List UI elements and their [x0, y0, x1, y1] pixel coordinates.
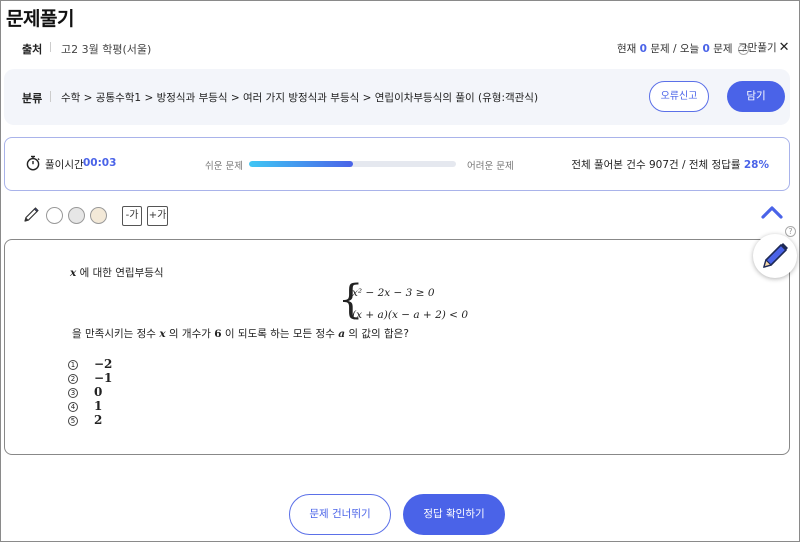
report-error-button[interactable]: 오류신고 — [649, 81, 709, 112]
check-answer-button[interactable]: 정답 확인하기 — [403, 494, 505, 535]
question-text: 의 값의 합은? — [348, 328, 409, 340]
category-breadcrumb: 수학 > 공통수학1 > 방정식과 부등식 > 여러 가지 방정식과 부등식 >… — [61, 92, 539, 104]
math-variable: x — [70, 267, 77, 279]
difficulty-bar-fill — [249, 161, 353, 167]
accuracy-rate: 28% — [743, 159, 769, 171]
question-text: 의 개수가 — [168, 328, 211, 340]
math-variable: x — [159, 328, 166, 340]
accuracy-summary: 전체 풀어본 건수 907건 / 전체 정답률 28% — [571, 157, 769, 172]
color-swatch-gray[interactable] — [68, 207, 85, 224]
category-label: 분류 — [22, 92, 43, 105]
stats-panel: 풀이시간 00:03 쉬운 문제 어려운 문제 전체 풀어본 건수 907건 /… — [4, 137, 790, 191]
counter-suffix: 문제 — [713, 43, 733, 55]
choice-number: 3 — [68, 388, 78, 398]
source-label: 출처 — [22, 43, 43, 56]
math-parameter: a — [338, 328, 346, 340]
stop-label: 그만풀기 — [738, 42, 777, 54]
difficulty-easy-label: 쉬운 문제 — [205, 161, 243, 172]
math-number: 6 — [214, 328, 222, 340]
stopwatch-icon — [26, 155, 40, 171]
question-text: 이 되도록 하는 모든 정수 — [224, 328, 335, 340]
choice-number: 4 — [68, 402, 78, 412]
timer-label: 풀이시간 — [45, 159, 84, 171]
divider — [50, 91, 51, 102]
question-condition: 을 만족시키는 정수 x 의 개수가 6 이 되도록 하는 모든 정수 a 의 … — [72, 326, 409, 341]
problem-counter: 현재 0 문제 / 오늘 0 문제 ? — [617, 41, 749, 56]
counter-prefix: 현재 — [617, 43, 637, 55]
counter-current: 0 — [639, 43, 647, 55]
font-increase-button[interactable]: +가 — [147, 206, 168, 226]
choice-value: −2 — [94, 357, 113, 371]
chevron-up-icon[interactable] — [760, 203, 784, 221]
difficulty-bar — [249, 161, 456, 167]
page-title: 문제풀기 — [6, 8, 74, 30]
question-intro: x 에 대한 연립부등식 — [70, 265, 164, 280]
pencil-icon — [763, 243, 788, 268]
choice-number: 2 — [68, 374, 78, 384]
summary-text: 전체 풀어본 건수 907건 / 전체 정답률 — [571, 159, 741, 171]
skip-question-button[interactable]: 문제 건너뛰기 — [289, 494, 391, 535]
choice-value: 2 — [94, 413, 103, 427]
pen-tool-icon[interactable] — [22, 206, 40, 224]
difficulty-hard-label: 어려운 문제 — [467, 161, 514, 172]
choice-value: 1 — [94, 399, 103, 413]
source-value: 고2 3월 학평(서울) — [61, 43, 152, 56]
choice-number: 1 — [68, 360, 78, 370]
inequality-1: x² − 2x − 3 ≥ 0 — [352, 287, 435, 299]
stop-solving-button[interactable]: 그만풀기 ✕ — [738, 40, 790, 55]
choice-value: −1 — [94, 371, 113, 385]
font-decrease-button[interactable]: -가 — [122, 206, 142, 226]
color-swatch-white[interactable] — [46, 207, 63, 224]
divider — [50, 42, 51, 52]
draw-mode-button[interactable] — [753, 234, 797, 278]
choice-number: 5 — [68, 416, 78, 426]
color-swatch-beige[interactable] — [90, 207, 107, 224]
close-icon: ✕ — [778, 40, 790, 55]
timer-value: 00:03 — [83, 157, 117, 169]
counter-mid: 문제 / 오늘 — [650, 43, 700, 55]
question-text: 을 만족시키는 정수 — [72, 328, 156, 340]
inequality-2: (x + a)(x − a + 2) < 0 — [352, 309, 469, 321]
category-bar: 분류 수학 > 공통수학1 > 방정식과 부등식 > 여러 가지 방정식과 부등… — [4, 69, 790, 125]
question-intro-text: 에 대한 연립부등식 — [79, 267, 164, 279]
choice-value: 0 — [94, 385, 103, 399]
save-problem-button[interactable]: 담기 — [727, 81, 785, 112]
counter-today: 0 — [702, 43, 710, 55]
